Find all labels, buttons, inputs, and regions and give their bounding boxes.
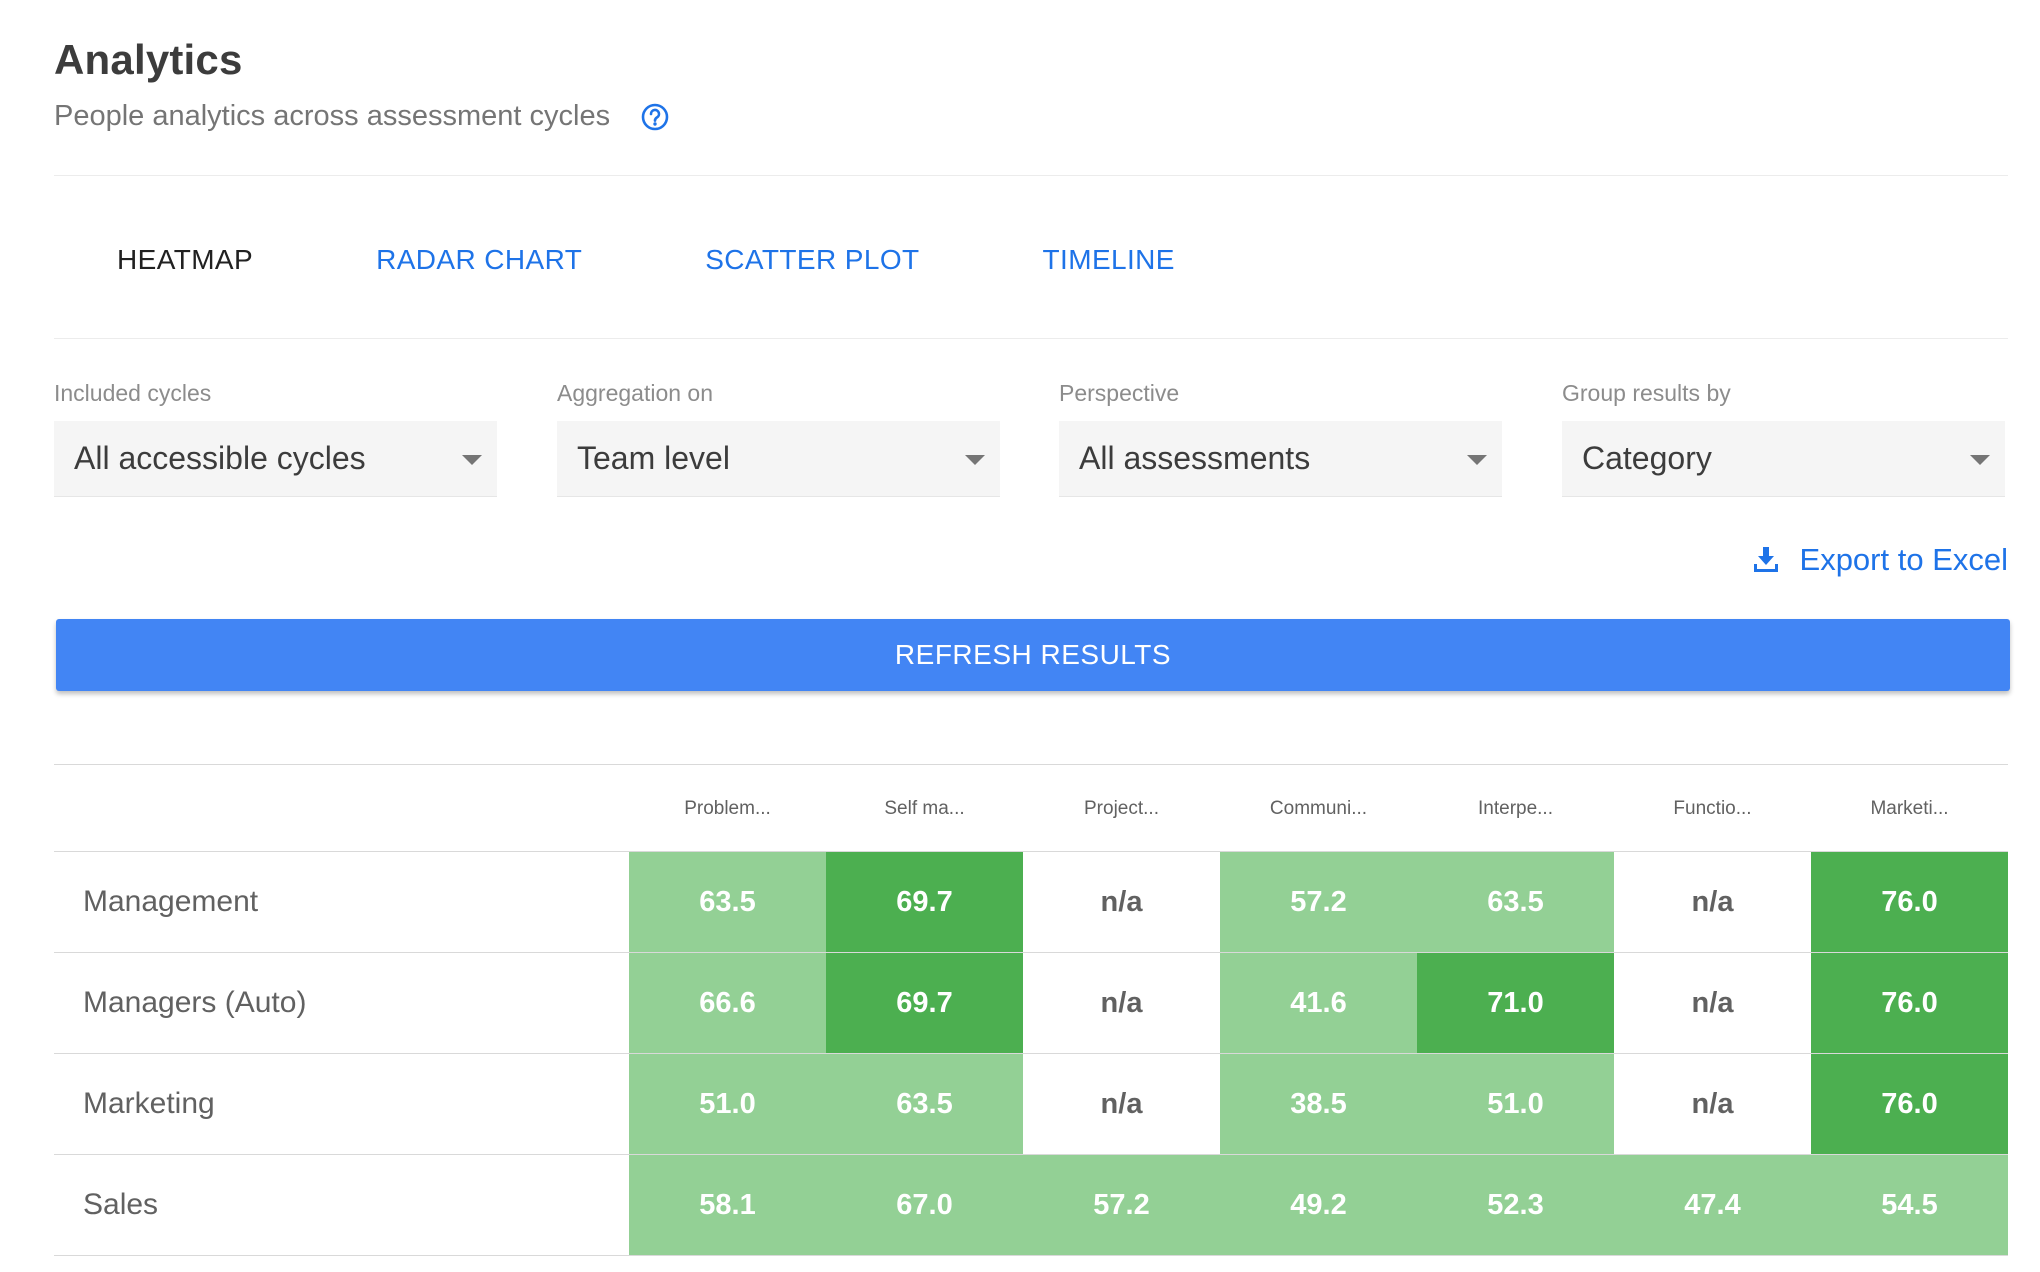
aggregation-value: Team level xyxy=(577,440,730,476)
heatmap-table: Problem... Self ma... Project... Communi...… xyxy=(54,764,2008,1256)
refresh-results-button[interactable]: REFRESH RESULTS xyxy=(56,619,2010,691)
row-label: Sales xyxy=(83,1188,159,1221)
dropdown-arrow-icon xyxy=(965,455,985,465)
export-label: Export to Excel xyxy=(1799,542,2008,577)
export-to-excel-link[interactable]: Export to Excel xyxy=(1750,542,2008,578)
heatmap-cell[interactable]: n/a xyxy=(1023,852,1220,952)
page-title: Analytics xyxy=(54,36,243,83)
group-by-select[interactable]: Category xyxy=(1562,421,2005,497)
table-row: Management 63.5 69.7 n/a 57.2 63.5 n/a 76.0 xyxy=(54,852,2008,953)
column-header: Communi... xyxy=(1269,798,1368,819)
heatmap-cell[interactable]: 54.5 xyxy=(1811,1155,2008,1255)
download-icon xyxy=(1750,544,1782,576)
heatmap-cell[interactable]: 76.0 xyxy=(1811,852,2008,952)
heatmap-cell[interactable]: 63.5 xyxy=(1417,852,1614,952)
group-by-label: Group results by xyxy=(1562,380,1731,406)
heatmap-cell[interactable]: 76.0 xyxy=(1811,953,2008,1053)
row-label: Management xyxy=(83,885,259,918)
heatmap-cell[interactable]: n/a xyxy=(1023,1054,1220,1154)
tab-heatmap[interactable]: HEATMAP xyxy=(117,244,253,276)
header-divider xyxy=(54,175,2008,176)
perspective-value: All assessments xyxy=(1079,440,1311,476)
tab-timeline[interactable]: TIMELINE xyxy=(1043,244,1175,276)
heatmap-cell[interactable]: 71.0 xyxy=(1417,953,1614,1053)
heatmap-cell[interactable]: n/a xyxy=(1614,852,1811,952)
column-header: Marketi... xyxy=(1870,798,1949,819)
help-icon[interactable] xyxy=(640,102,670,132)
perspective-filter: Perspective All assessments xyxy=(1059,380,1502,497)
heatmap-cell[interactable]: 38.5 xyxy=(1220,1054,1417,1154)
aggregation-select[interactable]: Team level xyxy=(557,421,1000,497)
heatmap-cell[interactable]: 63.5 xyxy=(826,1054,1023,1154)
heatmap-cell[interactable]: 67.0 xyxy=(826,1155,1023,1255)
column-header: Interpe... xyxy=(1478,798,1553,819)
heatmap-cell[interactable]: 47.4 xyxy=(1614,1155,1811,1255)
heatmap-cell[interactable]: 63.5 xyxy=(629,852,826,952)
heatmap-cell[interactable]: n/a xyxy=(1023,953,1220,1053)
tab-radar-chart[interactable]: RADAR CHART xyxy=(376,244,582,276)
view-tabs: HEATMAP RADAR CHART SCATTER PLOT TIMELIN… xyxy=(54,210,1175,310)
subtitle-row: People analytics across assessment cycle… xyxy=(54,100,670,133)
table-row: Sales 58.1 67.0 57.2 49.2 52.3 47.4 54.5 xyxy=(54,1155,2008,1256)
group-by-filter: Group results by Category xyxy=(1562,380,2005,497)
row-label: Managers (Auto) xyxy=(83,986,307,1019)
heatmap-cell[interactable]: 57.2 xyxy=(1220,852,1417,952)
heatmap-cell[interactable]: 69.7 xyxy=(826,953,1023,1053)
tabs-divider xyxy=(54,338,2008,339)
perspective-select[interactable]: All assessments xyxy=(1059,421,1502,497)
dropdown-arrow-icon xyxy=(1467,455,1487,465)
heatmap-cell[interactable]: 58.1 xyxy=(629,1155,826,1255)
column-header: Functio... xyxy=(1673,798,1752,819)
column-header: Project... xyxy=(1084,798,1159,819)
included-cycles-value: All accessible cycles xyxy=(74,440,366,476)
row-label: Marketing xyxy=(83,1087,215,1120)
included-cycles-label: Included cycles xyxy=(54,380,212,406)
heatmap-cell[interactable]: 41.6 xyxy=(1220,953,1417,1053)
aggregation-label: Aggregation on xyxy=(557,380,714,406)
tab-scatter-plot[interactable]: SCATTER PLOT xyxy=(705,244,919,276)
heatmap-cell[interactable]: 66.6 xyxy=(629,953,826,1053)
table-row: Managers (Auto) 66.6 69.7 n/a 41.6 71.0 n/a 76.… xyxy=(54,953,2008,1054)
heatmap-cell[interactable]: 49.2 xyxy=(1220,1155,1417,1255)
column-header: Self ma... xyxy=(884,798,965,819)
dropdown-arrow-icon xyxy=(1970,455,1990,465)
heatmap-cell[interactable]: n/a xyxy=(1614,1054,1811,1154)
heatmap-header-row: Problem... Self ma... Project... Communi...… xyxy=(54,764,2008,852)
included-cycles-select[interactable]: All accessible cycles xyxy=(54,421,497,497)
page-subtitle: People analytics across assessment cycle… xyxy=(54,100,611,132)
heatmap-cell[interactable]: 76.0 xyxy=(1811,1054,2008,1154)
heatmap-cell[interactable]: 51.0 xyxy=(629,1054,826,1154)
heatmap-cell[interactable]: n/a xyxy=(1614,953,1811,1053)
heatmap-cell[interactable]: 69.7 xyxy=(826,852,1023,952)
included-cycles-filter: Included cycles All accessible cycles xyxy=(54,380,497,497)
table-row: Marketing 51.0 63.5 n/a 38.5 51.0 n/a 76.0 xyxy=(54,1054,2008,1155)
heatmap-cell[interactable]: 57.2 xyxy=(1023,1155,1220,1255)
dropdown-arrow-icon xyxy=(462,455,482,465)
column-header: Problem... xyxy=(684,798,771,819)
heatmap-cell[interactable]: 51.0 xyxy=(1417,1054,1614,1154)
heatmap-cell[interactable]: 52.3 xyxy=(1417,1155,1614,1255)
aggregation-filter: Aggregation on Team level xyxy=(557,380,1000,497)
perspective-label: Perspective xyxy=(1059,380,1180,406)
group-by-value: Category xyxy=(1582,440,1712,476)
